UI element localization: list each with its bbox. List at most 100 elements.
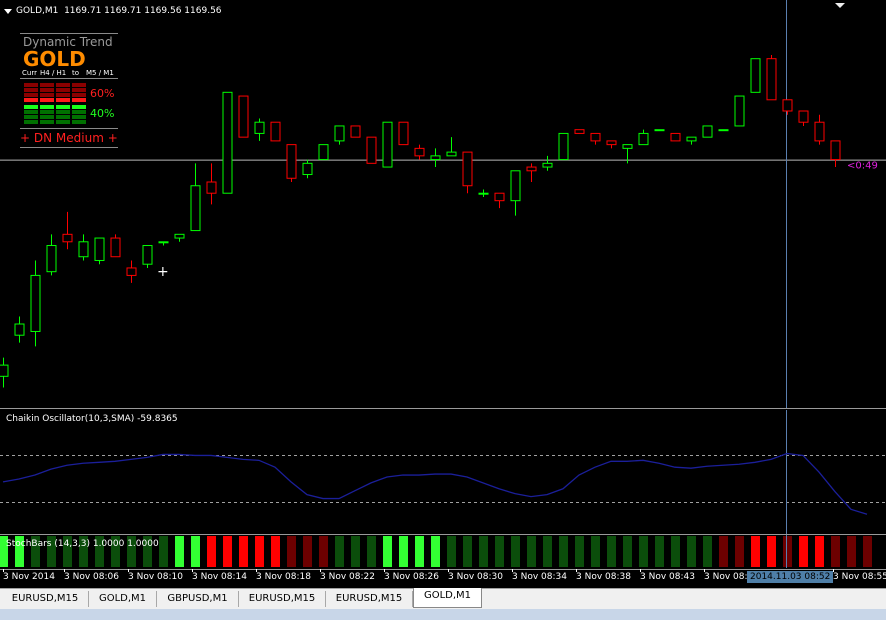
time-axis-label: 3 Nov 08:30	[448, 572, 503, 582]
trend-strength-cell	[24, 115, 38, 119]
oscillator-header: Chaikin Oscillator(10,3,SMA) -59.8365	[6, 414, 178, 424]
time-axis: 3 Nov 2014 3 Nov 08:06 3 Nov 08:10 3 Nov 08…	[0, 569, 886, 586]
candle-body	[414, 147, 425, 157]
trend-strength-cell	[24, 120, 38, 124]
candle-body	[718, 129, 729, 132]
candle-body	[814, 121, 825, 142]
panel-divider	[20, 147, 118, 148]
time-axis-label: 3 Nov 08:55	[833, 572, 886, 582]
time-axis-tick	[128, 569, 129, 572]
candle-body	[446, 151, 457, 157]
trend-strength-cell	[40, 98, 54, 102]
trend-strength-cell	[56, 83, 70, 87]
taskbar-strip	[0, 609, 886, 620]
trend-strength-cell	[40, 110, 54, 114]
chart-window: GOLD,M1 1169.71 1169.71 1169.56 1169.56 …	[0, 0, 886, 620]
candle-body	[606, 140, 617, 146]
dt-curr-label: Curr	[22, 69, 37, 77]
tab-gold-m1-active[interactable]: GOLD,M1	[413, 588, 482, 608]
candle-body	[382, 121, 393, 168]
dt-pct-down: 60%	[90, 87, 115, 100]
candle-body	[766, 58, 777, 101]
tab-gold-m1[interactable]: GOLD,M1	[89, 591, 157, 607]
candle-body	[510, 170, 521, 202]
stochbar	[735, 536, 744, 567]
tab-eurusd-m15[interactable]: EURUSD,M15	[239, 591, 326, 607]
stochbar	[783, 536, 792, 567]
candle-body	[654, 129, 665, 132]
time-axis-label: 3 Nov 2014	[3, 572, 55, 582]
stochbar	[495, 536, 504, 567]
time-axis-tick	[512, 569, 513, 572]
candle-body	[830, 140, 841, 161]
stochbar	[399, 536, 408, 567]
stochbar	[207, 536, 216, 567]
time-axis-label: 3 Nov 08:06	[64, 572, 119, 582]
stochbar	[591, 536, 600, 567]
stochbars-header: StochBars (14,3,3) 1.0000 1.0000	[6, 539, 159, 549]
candle-body	[366, 136, 377, 164]
pane-separator[interactable]	[0, 408, 886, 409]
trend-strength-cell	[40, 115, 54, 119]
trend-strength-bars	[24, 83, 86, 124]
cursor-cross-marker: +	[157, 264, 169, 280]
stochbar	[383, 536, 392, 567]
time-axis-label: 3 Nov 08:22	[320, 572, 375, 582]
stochbar	[719, 536, 728, 567]
axis-border	[0, 569, 886, 570]
candle-body	[542, 162, 553, 168]
time-axis-label: 3 Nov 08:14	[192, 572, 247, 582]
trend-strength-cell	[56, 110, 70, 114]
trend-strength-cell	[72, 93, 86, 97]
trend-strength-cell	[24, 105, 38, 109]
candle-body	[670, 132, 681, 142]
candle-body	[238, 95, 249, 138]
price-countdown-label: <0:49	[847, 161, 878, 172]
candle-body	[270, 121, 281, 142]
dt-trend-state: + DN Medium +	[20, 131, 118, 145]
candle-body	[190, 185, 201, 232]
stochbar	[303, 536, 312, 567]
stochbar	[367, 536, 376, 567]
stochbar	[831, 536, 840, 567]
candle-body	[94, 237, 105, 261]
candle-body	[46, 245, 57, 273]
time-axis-label: 3 Nov 08:43	[640, 572, 695, 582]
candle-body	[302, 162, 313, 176]
time-axis-label: 3 Nov 08:38	[576, 572, 631, 582]
stochbar	[511, 536, 520, 567]
time-axis-tick	[3, 569, 4, 572]
candle-body	[14, 323, 25, 336]
stochbar	[655, 536, 664, 567]
stochbar	[255, 536, 264, 567]
tab-eurusd-m15[interactable]: EURUSD,M15	[2, 591, 89, 607]
candle-body	[334, 125, 345, 142]
stochbar	[239, 536, 248, 567]
candle-body	[126, 267, 137, 276]
stochbar	[847, 536, 856, 567]
trend-strength-cell	[72, 115, 86, 119]
trend-strength-cell	[40, 88, 54, 92]
price-chart-pane[interactable]: GOLD,M1 1169.71 1169.71 1169.56 1169.56 …	[0, 0, 886, 408]
candle-body	[62, 233, 73, 243]
tab-gbpusd-m1[interactable]: GBPUSD,M1	[157, 591, 239, 607]
chaikin-oscillator-pane[interactable]: Chaikin Oscillator(10,3,SMA) -59.8365	[0, 410, 886, 534]
candle-body	[494, 192, 505, 202]
dt-pct-up: 40%	[90, 107, 115, 120]
tab-eurusd-m15[interactable]: EURUSD,M15	[326, 591, 413, 607]
panel-divider	[20, 128, 118, 129]
trend-strength-cell	[24, 83, 38, 87]
time-axis-tick	[704, 569, 705, 572]
stochbar	[751, 536, 760, 567]
stochbar	[543, 536, 552, 567]
oscillator-svg	[0, 410, 886, 534]
candle-body	[462, 151, 473, 187]
trend-strength-cell	[56, 120, 70, 124]
trend-strength-cell	[56, 98, 70, 102]
dt-to-label: to	[72, 69, 80, 77]
candle-body	[798, 110, 809, 123]
panel-divider	[20, 33, 118, 34]
stochbars-pane[interactable]: StochBars (14,3,3) 1.0000 1.0000	[0, 535, 886, 568]
candle-body	[206, 181, 217, 194]
stochbar	[559, 536, 568, 567]
